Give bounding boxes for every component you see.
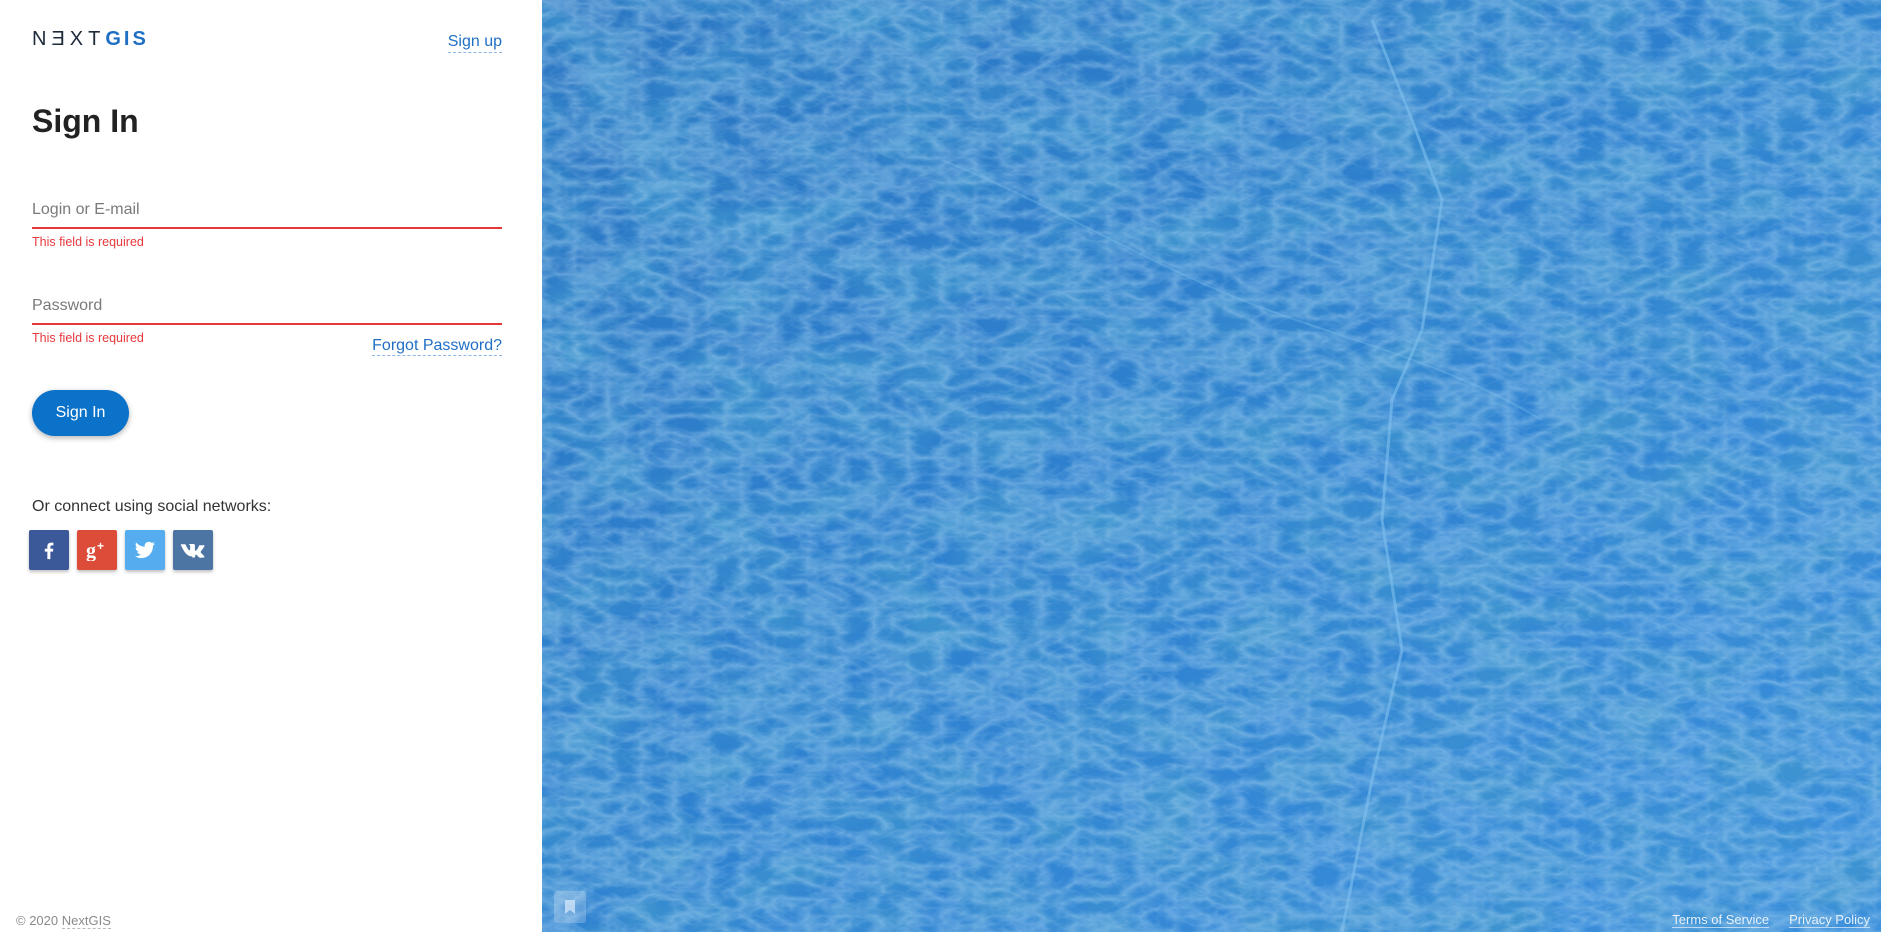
vk-icon [180,544,205,558]
login-error-text: This field is required [32,235,144,249]
password-field-group: This field is required Forgot Password? [32,291,502,356]
copyright-prefix: © 2020 [16,913,59,928]
password-input[interactable] [32,291,502,325]
nextgis-logo[interactable]: NƎXT GIS [32,28,149,51]
login-field-group: This field is required [32,195,502,249]
google-plus-icon: g + [86,539,104,561]
bookmark-button[interactable] [554,891,586,923]
sign-in-button[interactable]: Sign In [32,390,129,436]
logo-text-gis: GIS [105,28,149,50]
svg-text:g: g [86,540,96,561]
twitter-icon [134,541,156,559]
social-buttons: g + [29,530,213,570]
facebook-button[interactable] [29,530,69,570]
copyright: © 2020 NextGIS [16,913,111,929]
company-link[interactable]: NextGIS [61,913,111,929]
forgot-password-link[interactable]: Forgot Password? [372,337,502,356]
login-input[interactable] [32,195,502,229]
footer-links: Terms of Service Privacy Policy [1672,912,1870,928]
logo-text-next: NƎXT [32,28,106,50]
social-label: Or connect using social networks: [32,498,272,515]
facebook-icon [44,542,54,560]
page-title: Sign In [32,103,139,139]
bookmark-icon [565,900,575,914]
vk-button[interactable] [173,530,213,570]
satellite-terrain-image [542,0,1881,932]
twitter-button[interactable] [125,530,165,570]
satellite-background [542,0,1881,932]
google-plus-button[interactable]: g + [77,530,117,570]
svg-text:+: + [97,539,104,553]
login-panel: NƎXTGIS Sign up Sign In This field is re… [0,0,542,932]
terms-of-service-link[interactable]: Terms of Service [1672,912,1770,928]
privacy-policy-link[interactable]: Privacy Policy [1789,912,1870,928]
signup-link[interactable]: Sign up [447,33,502,53]
